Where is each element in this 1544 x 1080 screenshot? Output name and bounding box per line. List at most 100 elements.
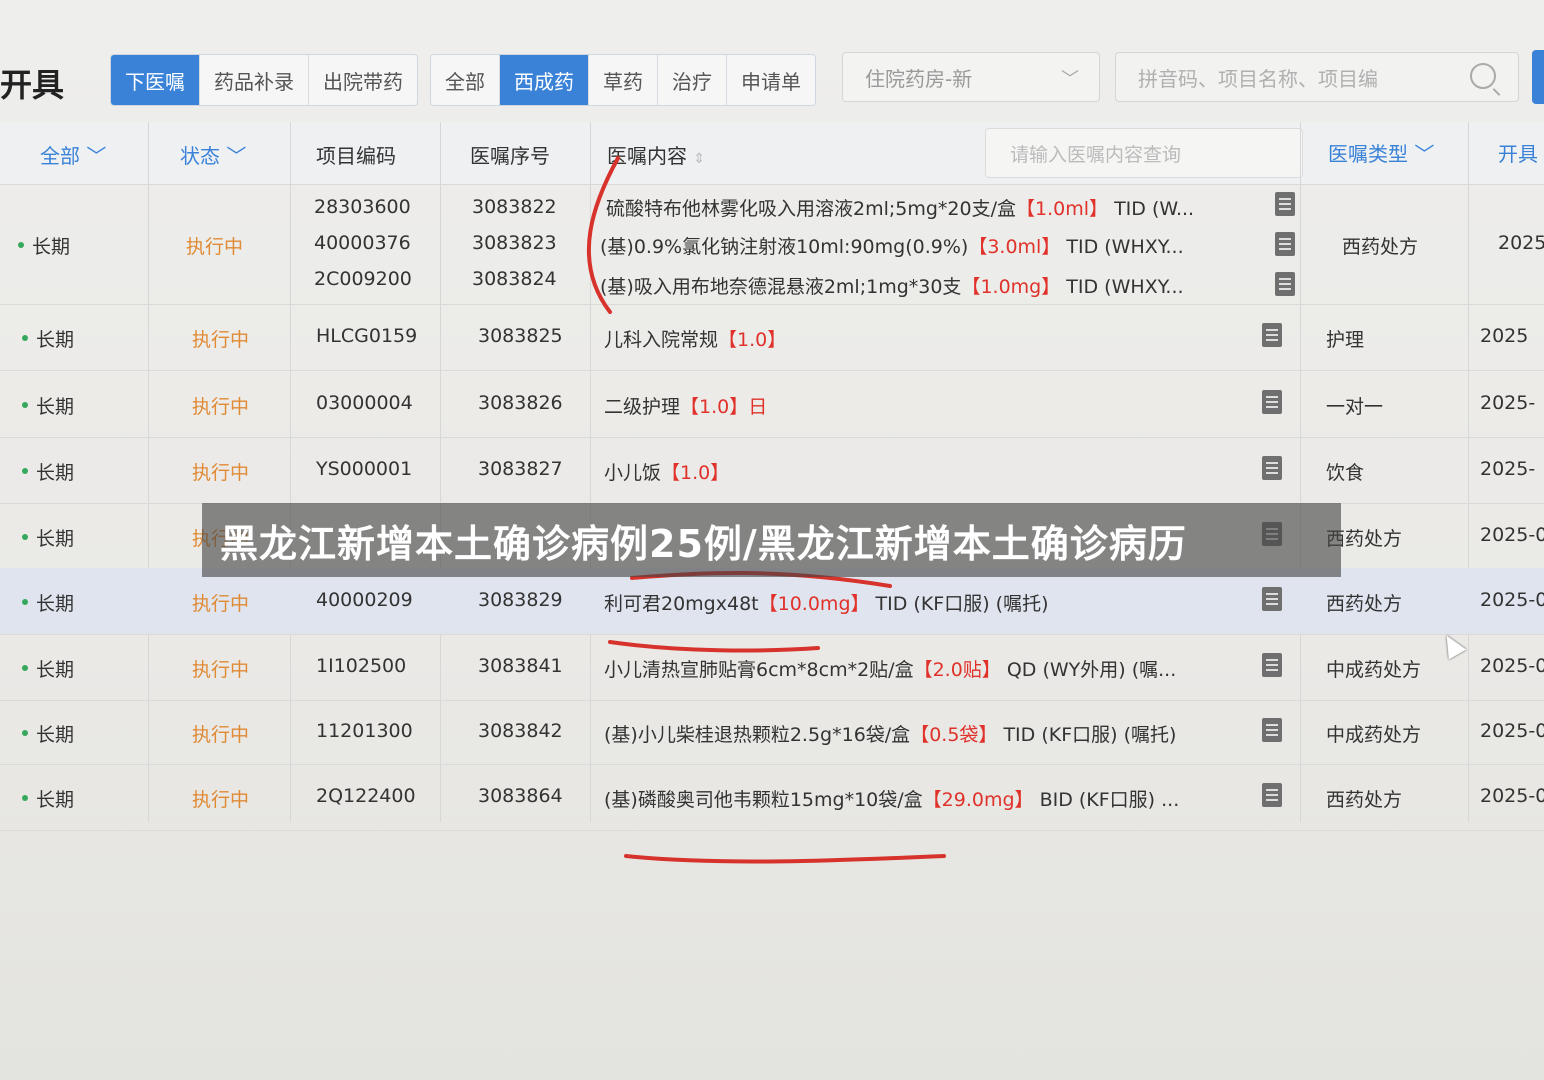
term-label: 长期 <box>36 659 75 681</box>
doc-icon[interactable] <box>1275 272 1295 296</box>
term-label: 长期 <box>36 724 75 746</box>
order-date: 2025-0 <box>1480 524 1544 546</box>
order-content: 利可君20mgx48t【10.0mg】 TID (KF口服) (嘱托) <box>604 593 1049 615</box>
doc-icon[interactable] <box>1275 192 1295 216</box>
chevron-down-icon: ﹀ <box>1061 69 1079 90</box>
header-all-filter[interactable]: 全部 ﹀ <box>40 140 106 169</box>
status-badge: 执行中 <box>192 462 250 484</box>
term-label: 长期 <box>36 462 75 484</box>
primary-button-edge[interactable] <box>1532 50 1544 104</box>
item-code: 2Q122400 <box>316 785 416 807</box>
table-row[interactable]: 长期 执行中 2Q122400 3083864 (基)磷酸奥司他韦颗粒15mg*10袋/… <box>0 764 1544 831</box>
item-search-input[interactable]: 拼音码、项目名称、项目编 <box>1115 52 1519 102</box>
tab-herbal[interactable]: 草药 <box>589 55 658 105</box>
order-seq: 3083841 <box>478 655 563 677</box>
order-date: 2025-0 <box>1480 589 1544 611</box>
term-label: 长期 <box>36 329 75 351</box>
page-title: 开具 <box>0 66 65 104</box>
order-content: 小儿饭【1.0】 <box>604 462 730 484</box>
order-content: 儿科入院常规【1.0】 <box>604 329 787 351</box>
order-content: 硫酸特布他林雾化吸入用溶液2ml;5mg*20支/盒【1.0ml】 TID (W… <box>606 198 1195 220</box>
tab-all[interactable]: 全部 <box>431 55 500 105</box>
order-date: 2025 <box>1498 232 1544 254</box>
order-date: 2025-01 <box>1480 720 1544 742</box>
order-type: 饮食 <box>1326 462 1365 484</box>
order-type: 中成药处方 <box>1326 724 1422 746</box>
header-order-content[interactable]: 医嘱内容 ⇕ <box>607 140 705 169</box>
item-code: 11201300 <box>316 720 413 742</box>
doc-icon[interactable] <box>1262 323 1282 347</box>
item-code: 40000209 <box>316 589 413 611</box>
tab-drug-supplement[interactable]: 药品补录 <box>200 55 309 105</box>
order-content: (基)磷酸奥司他韦颗粒15mg*10袋/盒【29.0mg】 BID (KF口服)… <box>604 789 1180 811</box>
term-label: 长期 <box>36 396 75 418</box>
doc-icon[interactable] <box>1262 718 1282 742</box>
header-order-seq: 医嘱序号 <box>470 144 550 168</box>
tab-western-drugs[interactable]: 西成药 <box>500 55 589 105</box>
status-badge: 执行中 <box>192 396 250 418</box>
order-seq: 3083842 <box>478 720 563 742</box>
order-type: 西药处方 <box>1326 593 1403 615</box>
tab-treatment[interactable]: 治疗 <box>658 55 727 105</box>
doc-icon[interactable] <box>1262 653 1282 677</box>
table-row[interactable]: 长期 执行中 YS000001 3083827 小儿饭【1.0】 饮食 2025- <box>0 437 1544 504</box>
pharmacy-select[interactable]: 住院药房-新 ﹀ <box>842 52 1100 102</box>
search-placeholder: 拼音码、项目名称、项目编 <box>1138 66 1378 91</box>
content-filter-input[interactable]: 请输入医嘱内容查询 <box>985 128 1303 178</box>
order-date: 2025- <box>1480 392 1536 414</box>
category-tabs: 全部 西成药 草药 治疗 申请单 <box>430 54 816 106</box>
order-seq: 3083827 <box>478 458 563 480</box>
order-seq: 3083864 <box>478 785 563 807</box>
order-type: 护理 <box>1326 329 1365 351</box>
order-type: 一对一 <box>1326 396 1384 418</box>
item-code: 40000376 <box>314 232 411 254</box>
term-label: 长期 <box>36 593 75 615</box>
header-start: 开具 <box>1498 142 1538 166</box>
order-seq: 3083826 <box>478 392 563 414</box>
doc-icon[interactable] <box>1275 232 1295 256</box>
header-item-code: 项目编码 <box>316 144 396 168</box>
order-type: 中成药处方 <box>1326 659 1422 681</box>
table-row[interactable]: 长期 执行中 HLCG0159 3083825 儿科入院常规【1.0】 护理 2025 <box>0 304 1544 371</box>
pharmacy-select-value: 住院药房-新 <box>865 66 973 91</box>
tab-request[interactable]: 申请单 <box>727 55 815 105</box>
search-icon[interactable] <box>1470 63 1496 89</box>
term-label: 长期 <box>32 236 71 258</box>
order-content: (基)吸入用布地奈德混悬液2ml;1mg*30支【1.0mg】 TID (WHX… <box>600 276 1184 298</box>
order-seq: 3083822 <box>472 196 557 218</box>
table-row[interactable]: 长期 执行中 40000209 3083829 利可君20mgx48t【10.0mg】 … <box>0 568 1544 635</box>
status-badge: 执行中 <box>192 593 250 615</box>
doc-icon[interactable] <box>1262 456 1282 480</box>
status-badge: 执行中 <box>186 236 244 258</box>
status-badge: 执行中 <box>192 789 250 811</box>
item-code: HLCG0159 <box>316 325 418 347</box>
table-row[interactable]: 长期 执行中 28303600 40000376 2C009200 308382… <box>0 184 1544 305</box>
term-label: 长期 <box>36 528 75 550</box>
doc-icon[interactable] <box>1262 587 1282 611</box>
header-order-type-filter[interactable]: 医嘱类型 ﹀ <box>1328 138 1434 167</box>
order-date: 2025-01 <box>1480 785 1544 807</box>
item-code: 2C009200 <box>314 268 412 290</box>
item-code: YS000001 <box>316 458 413 480</box>
order-content: 二级护理【1.0】日 <box>604 396 768 418</box>
tab-order[interactable]: 下医嘱 <box>111 55 200 105</box>
order-date: 2025 <box>1480 325 1529 347</box>
order-content: (基)小儿柴桂退热颗粒2.5g*16袋/盒【0.5袋】 TID (KF口服) (… <box>604 724 1177 746</box>
order-date: 2025-0 <box>1480 655 1544 677</box>
table-row[interactable]: 长期 执行中 11201300 3083842 (基)小儿柴桂退热颗粒2.5g*16袋/… <box>0 700 1544 765</box>
table-row[interactable]: 长期 执行中 1I102500 3083841 小儿清热宣肺贴膏6cm*8cm*2贴/盒… <box>0 634 1544 701</box>
order-content: (基)0.9%氯化钠注射液10ml:90mg(0.9%)【3.0ml】 TID … <box>600 236 1184 258</box>
doc-icon[interactable] <box>1262 783 1282 807</box>
photo-screen: 开具 下医嘱 药品补录 出院带药 全部 西成药 草药 治疗 申请单 住院药房-新… <box>0 0 1544 1080</box>
item-code: 1I102500 <box>316 655 407 677</box>
order-type: 西药处方 <box>1342 236 1419 258</box>
table-row[interactable]: 长期 执行中 03000004 3083826 二级护理【1.0】日 一对一 2025- <box>0 370 1544 438</box>
tab-discharge-drugs[interactable]: 出院带药 <box>309 55 417 105</box>
order-seq: 3083823 <box>472 232 557 254</box>
term-label: 长期 <box>36 789 75 811</box>
header-status-filter[interactable]: 状态 ﹀ <box>180 140 246 169</box>
order-content: 小儿清热宣肺贴膏6cm*8cm*2贴/盒【2.0贴】 QD (WY外用) (嘱.… <box>604 659 1177 681</box>
status-badge: 执行中 <box>192 329 250 351</box>
doc-icon[interactable] <box>1262 390 1282 414</box>
order-type: 西药处方 <box>1326 789 1403 811</box>
